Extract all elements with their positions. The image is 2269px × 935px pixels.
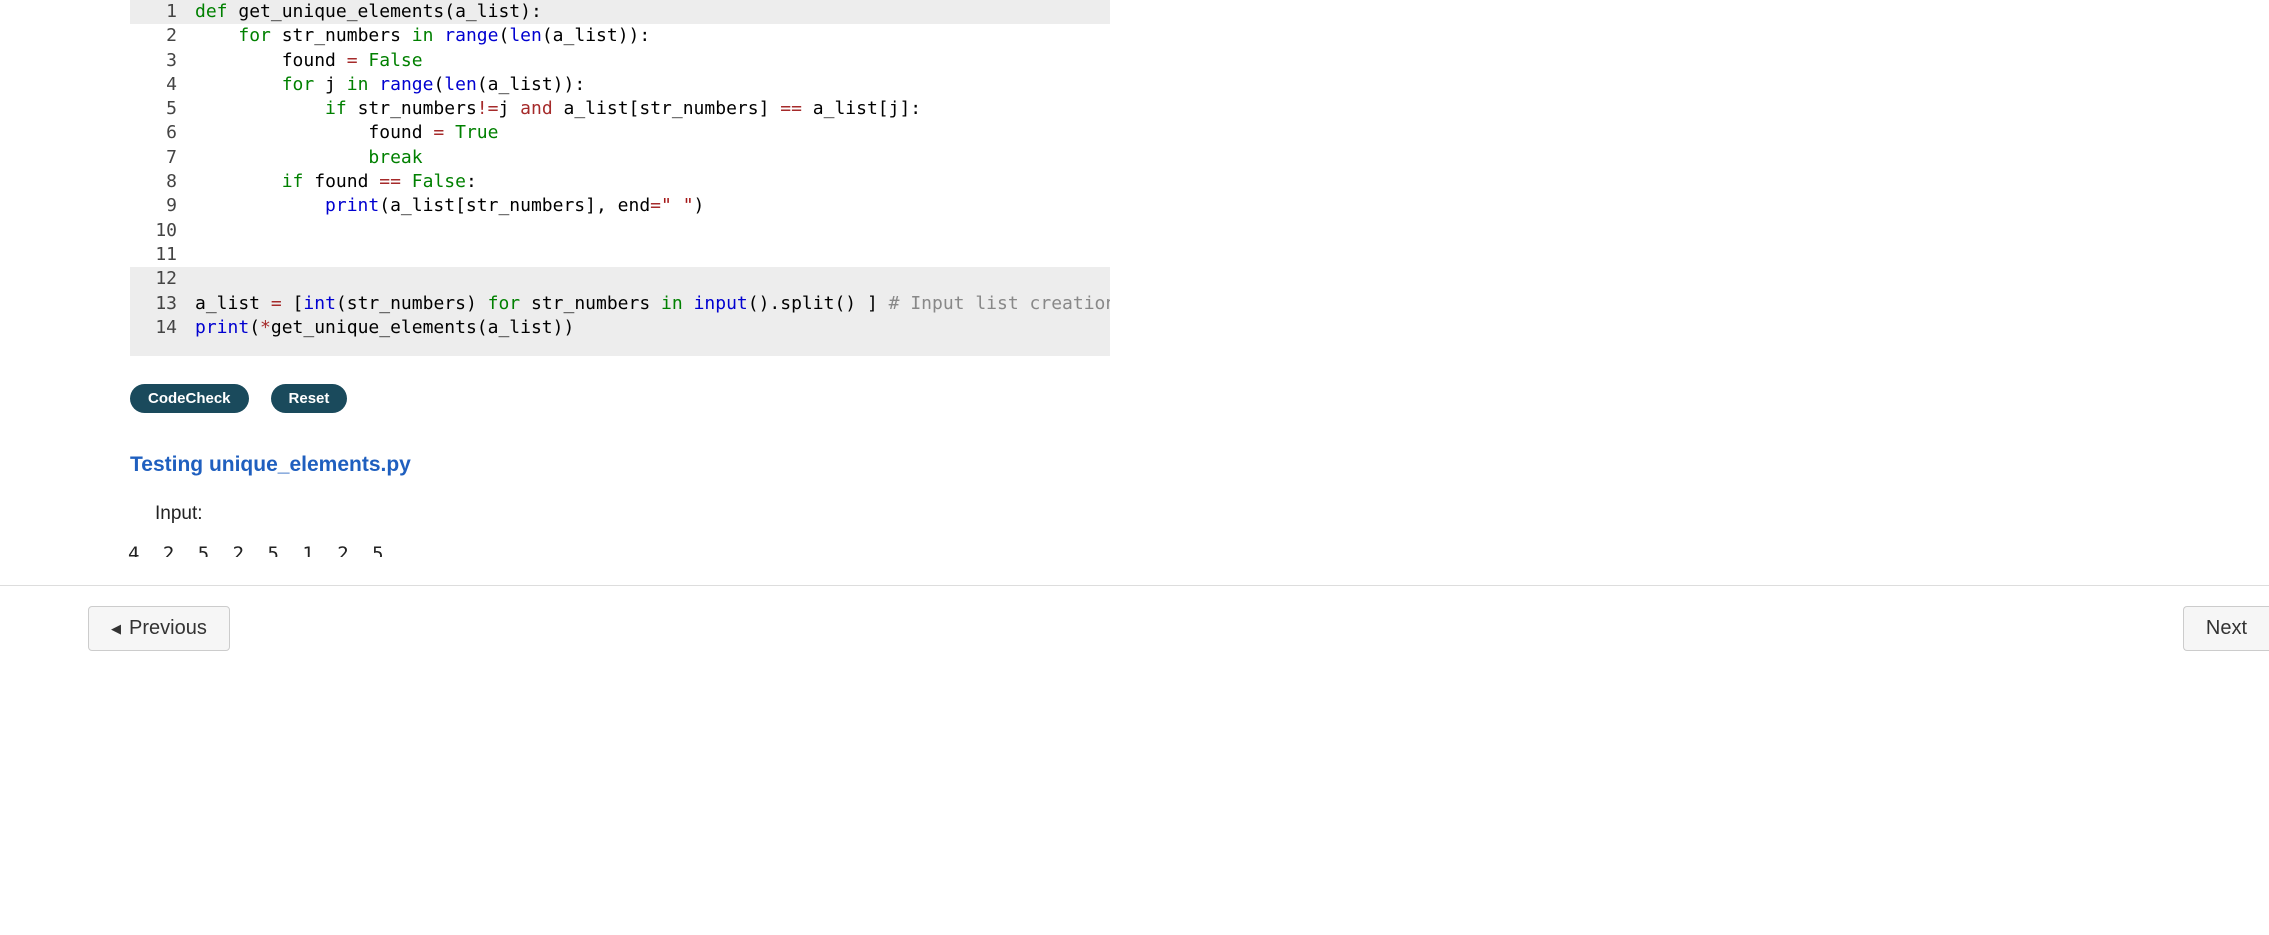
code-content[interactable]: for str_numbers in range(len(a_list)): bbox=[195, 24, 1110, 48]
line-number: 12 bbox=[130, 267, 195, 291]
code-content[interactable]: break bbox=[195, 146, 1110, 170]
code-content[interactable]: found = False bbox=[195, 49, 1110, 73]
previous-label: Previous bbox=[129, 617, 207, 640]
code-line[interactable]: 13a_list = [int(str_numbers) for str_num… bbox=[130, 292, 1110, 316]
code-content[interactable]: print(a_list[str_numbers], end=" ") bbox=[195, 194, 1110, 218]
code-padding bbox=[130, 340, 1110, 356]
line-number: 14 bbox=[130, 316, 195, 340]
code-line[interactable]: 12 bbox=[130, 267, 1110, 291]
code-line[interactable]: 7 break bbox=[130, 146, 1110, 170]
line-number: 4 bbox=[130, 73, 195, 97]
code-line[interactable]: 9 print(a_list[str_numbers], end=" ") bbox=[130, 194, 1110, 218]
divider bbox=[0, 585, 2269, 586]
code-line[interactable]: 5 if str_numbers!=j and a_list[str_numbe… bbox=[130, 97, 1110, 121]
code-content[interactable]: print(*get_unique_elements(a_list)) bbox=[195, 316, 1110, 340]
code-line[interactable]: 2 for str_numbers in range(len(a_list)): bbox=[130, 24, 1110, 48]
code-content[interactable]: if str_numbers!=j and a_list[str_numbers… bbox=[195, 97, 1110, 121]
code-content[interactable] bbox=[195, 243, 1110, 267]
code-content[interactable]: def get_unique_elements(a_list): bbox=[195, 0, 1110, 24]
code-content[interactable] bbox=[195, 219, 1110, 243]
line-number: 7 bbox=[130, 146, 195, 170]
line-number: 10 bbox=[130, 219, 195, 243]
code-content[interactable]: a_list = [int(str_numbers) for str_numbe… bbox=[195, 292, 1110, 316]
line-number: 5 bbox=[130, 97, 195, 121]
code-content[interactable]: for j in range(len(a_list)): bbox=[195, 73, 1110, 97]
code-editor[interactable]: 1def get_unique_elements(a_list):2 for s… bbox=[130, 0, 1110, 356]
line-number: 3 bbox=[130, 49, 195, 73]
reset-button[interactable]: Reset bbox=[271, 384, 348, 413]
code-content[interactable]: if found == False: bbox=[195, 170, 1110, 194]
code-line[interactable]: 4 for j in range(len(a_list)): bbox=[130, 73, 1110, 97]
line-number: 11 bbox=[130, 243, 195, 267]
buttons-row: CodeCheck Reset bbox=[130, 384, 2269, 413]
line-number: 2 bbox=[130, 24, 195, 48]
line-number: 13 bbox=[130, 292, 195, 316]
code-line[interactable]: 14print(*get_unique_elements(a_list)) bbox=[130, 316, 1110, 340]
code-line[interactable]: 6 found = True bbox=[130, 121, 1110, 145]
code-line[interactable]: 11 bbox=[130, 243, 1110, 267]
next-label: Next bbox=[2206, 617, 2247, 640]
input-value: 4 2 5 2 5 1 2 5 bbox=[128, 543, 2269, 557]
line-number: 8 bbox=[130, 170, 195, 194]
code-line[interactable]: 10 bbox=[130, 219, 1110, 243]
code-line[interactable]: 3 found = False bbox=[130, 49, 1110, 73]
codecheck-button[interactable]: CodeCheck bbox=[130, 384, 249, 413]
code-content[interactable]: found = True bbox=[195, 121, 1110, 145]
code-line[interactable]: 1def get_unique_elements(a_list): bbox=[130, 0, 1110, 24]
line-number: 1 bbox=[130, 0, 195, 24]
code-line[interactable]: 8 if found == False: bbox=[130, 170, 1110, 194]
nav-row: ◀ Previous Next bbox=[0, 606, 2269, 651]
previous-button[interactable]: ◀ Previous bbox=[88, 606, 230, 651]
testing-heading: Testing unique_elements.py bbox=[130, 453, 2269, 477]
input-label: Input: bbox=[155, 503, 2269, 525]
code-content[interactable] bbox=[195, 267, 1110, 291]
line-number: 6 bbox=[130, 121, 195, 145]
triangle-left-icon: ◀ bbox=[111, 621, 121, 637]
line-number: 9 bbox=[130, 194, 195, 218]
next-button[interactable]: Next bbox=[2183, 606, 2269, 651]
